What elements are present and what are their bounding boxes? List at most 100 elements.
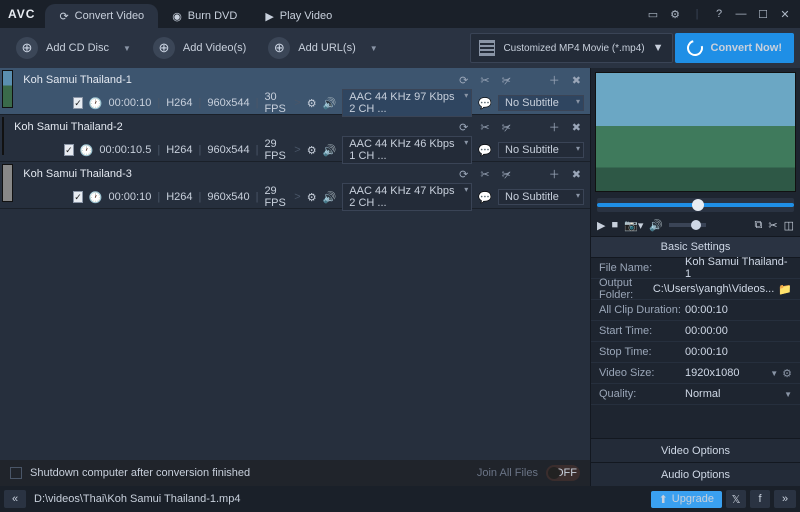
subtitle-icon: 💬 xyxy=(478,97,492,110)
subtitle-select[interactable]: No Subtitle xyxy=(498,95,584,111)
up-arrow-icon: ⬆ xyxy=(659,493,668,506)
output-profile-select[interactable]: Customized MP4 Movie (*.mp4) ▼ xyxy=(470,33,672,63)
window-controls: ▭ ⚙ | ? — ☐ ✕ xyxy=(646,8,792,21)
crop-icon[interactable]: ◫ xyxy=(784,219,794,232)
vcodec: H264 xyxy=(166,144,192,156)
speaker-icon: 🔊 xyxy=(323,97,337,110)
chevron-down-icon[interactable]: ▼ xyxy=(123,44,131,53)
cut-icon[interactable]: ✂ xyxy=(477,168,492,181)
settings-icon[interactable]: ⚙ xyxy=(668,8,682,21)
resolution: 960x544 xyxy=(207,97,249,109)
remove-icon[interactable]: ✖ xyxy=(569,168,584,181)
right-panel: ▶ ■ 📷▾ 🔊 ⧉ ✂ ◫ Basic Settings File Name:… xyxy=(590,68,800,486)
play-icon[interactable]: ▶ xyxy=(597,219,605,232)
cut-icon[interactable]: ✂ xyxy=(477,74,492,87)
tab-convert-video[interactable]: ⟳ Convert Video xyxy=(45,4,158,28)
chevron-down-icon[interactable]: ▼ xyxy=(770,369,778,378)
list-item[interactable]: Koh Samui Thailand-3 ⟳ ✂ ✂̷ ＋ ✖ ✓ 🕐 00:0… xyxy=(0,162,590,209)
shutdown-label: Shutdown computer after conversion finis… xyxy=(30,467,250,479)
audio-select[interactable]: AAC 44 KHz 97 Kbps 2 CH ... xyxy=(342,89,472,117)
setting-filename: File Name:Koh Samui Thailand-1 xyxy=(591,258,800,279)
join-label: Join All Files xyxy=(477,467,538,479)
tab-burn-dvd[interactable]: ◉ Burn DVD xyxy=(158,4,251,28)
remove-icon[interactable]: ✖ xyxy=(569,74,584,87)
resolution: 960x540 xyxy=(207,191,249,203)
menu-icon[interactable]: ▭ xyxy=(646,8,660,21)
add-urls-button[interactable]: ⊕ Add URL(s) ▼ xyxy=(258,33,387,63)
main-tabs: ⟳ Convert Video ◉ Burn DVD ▶ Play Video xyxy=(45,0,346,28)
snapshot-icon[interactable]: 📷▾ xyxy=(624,219,643,232)
tab-label: Convert Video xyxy=(75,10,145,22)
chevron-down-icon[interactable]: ▼ xyxy=(784,390,792,399)
duration: 00:00:10 xyxy=(109,191,152,203)
stop-icon[interactable]: ■ xyxy=(611,219,618,231)
add-cd-disc-button[interactable]: ⊕ Add CD Disc ▼ xyxy=(6,33,141,63)
volume-slider[interactable] xyxy=(669,223,706,227)
twitter-icon[interactable]: 𝕏 xyxy=(726,490,746,508)
checkbox[interactable]: ✓ xyxy=(73,191,83,203)
cut-icon[interactable]: ✂ xyxy=(477,121,492,134)
subtitle-select[interactable]: No Subtitle xyxy=(498,189,584,205)
thumbnail xyxy=(2,164,13,202)
main-area: Koh Samui Thailand-1 ⟳ ✂ ✂̷ ＋ ✖ ✓ 🕐 00:0… xyxy=(0,68,800,486)
item-title: Koh Samui Thailand-1 xyxy=(23,74,450,86)
clock-icon: 🕐 xyxy=(80,144,94,157)
refresh-icon[interactable]: ⟳ xyxy=(456,74,471,87)
button-label: Convert Now! xyxy=(711,42,783,54)
close-icon[interactable]: ✕ xyxy=(778,8,792,21)
tab-label: Burn DVD xyxy=(188,10,238,22)
remove-icon[interactable]: ✖ xyxy=(569,121,584,134)
volume-icon[interactable]: 🔊 xyxy=(649,219,663,232)
disc-icon: ◉ xyxy=(172,10,182,23)
clip-icon[interactable]: ⧉ xyxy=(755,219,763,232)
facebook-icon[interactable]: f xyxy=(750,490,770,508)
prev-button[interactable]: « xyxy=(4,490,26,508)
add-icon[interactable]: ＋ xyxy=(546,119,563,135)
upgrade-button[interactable]: ⬆Upgrade xyxy=(651,491,722,508)
effects-icon[interactable]: ✂̷ xyxy=(499,74,514,87)
setting-quality: Quality:Normal▼ xyxy=(591,384,800,405)
setting-clip-duration: All Clip Duration:00:00:10 xyxy=(591,300,800,321)
app-logo: AVC xyxy=(8,7,35,21)
divider: | xyxy=(690,8,704,20)
effects-icon[interactable]: ✂̷ xyxy=(499,121,514,134)
audio-select[interactable]: AAC 44 KHz 47 Kbps 2 CH ... xyxy=(342,183,472,211)
join-toggle[interactable]: OFF xyxy=(546,465,580,481)
film-plus-icon: ⊕ xyxy=(153,37,175,59)
cut-icon[interactable]: ✂ xyxy=(768,219,777,232)
thumbnail xyxy=(2,70,13,108)
file-list: Koh Samui Thailand-1 ⟳ ✂ ✂̷ ＋ ✖ ✓ 🕐 00:0… xyxy=(0,68,590,460)
refresh-icon[interactable]: ⟳ xyxy=(456,121,471,134)
file-path: D:\videos\Thai\Koh Samui Thailand-1.mp4 xyxy=(34,493,240,505)
button-label: Add Video(s) xyxy=(183,42,246,54)
add-icon[interactable]: ＋ xyxy=(546,72,563,88)
folder-icon[interactable]: 📁 xyxy=(778,283,792,296)
maximize-icon[interactable]: ☐ xyxy=(756,8,770,21)
add-icon[interactable]: ＋ xyxy=(546,166,563,182)
help-icon[interactable]: ? xyxy=(712,8,726,20)
audio-select[interactable]: AAC 44 KHz 46 Kbps 1 CH ... xyxy=(342,136,472,164)
refresh-icon[interactable]: ⟳ xyxy=(456,168,471,181)
next-button[interactable]: » xyxy=(774,490,796,508)
clock-icon: 🕐 xyxy=(89,191,103,204)
list-item[interactable]: Koh Samui Thailand-2 ⟳ ✂ ✂̷ ＋ ✖ ✓ 🕐 00:0… xyxy=(0,115,590,162)
effects-icon[interactable]: ✂̷ xyxy=(499,168,514,181)
list-item[interactable]: Koh Samui Thailand-1 ⟳ ✂ ✂̷ ＋ ✖ ✓ 🕐 00:0… xyxy=(0,68,590,115)
minimize-icon[interactable]: — xyxy=(734,8,748,20)
checkbox[interactable]: ✓ xyxy=(73,97,83,109)
preview-seekbar[interactable] xyxy=(597,198,794,212)
checkbox-empty[interactable] xyxy=(10,467,22,479)
convert-now-button[interactable]: Convert Now! xyxy=(675,33,795,63)
audio-options-header[interactable]: Audio Options xyxy=(591,462,800,486)
chevron-down-icon[interactable]: ▼ xyxy=(370,44,378,53)
checkbox[interactable]: ✓ xyxy=(64,144,74,156)
basic-settings-header: Basic Settings xyxy=(591,236,800,258)
subtitle-select[interactable]: No Subtitle xyxy=(498,142,584,158)
fps: 29 FPS xyxy=(264,185,288,209)
add-videos-button[interactable]: ⊕ Add Video(s) xyxy=(143,33,256,63)
video-options-header[interactable]: Video Options xyxy=(591,438,800,462)
gear-icon[interactable]: ⚙ xyxy=(782,367,792,380)
tab-play-video[interactable]: ▶ Play Video xyxy=(251,4,346,28)
profile-label: Customized MP4 Movie (*.mp4) xyxy=(503,43,644,54)
statusbar: « D:\videos\Thai\Koh Samui Thailand-1.mp… xyxy=(0,486,800,512)
